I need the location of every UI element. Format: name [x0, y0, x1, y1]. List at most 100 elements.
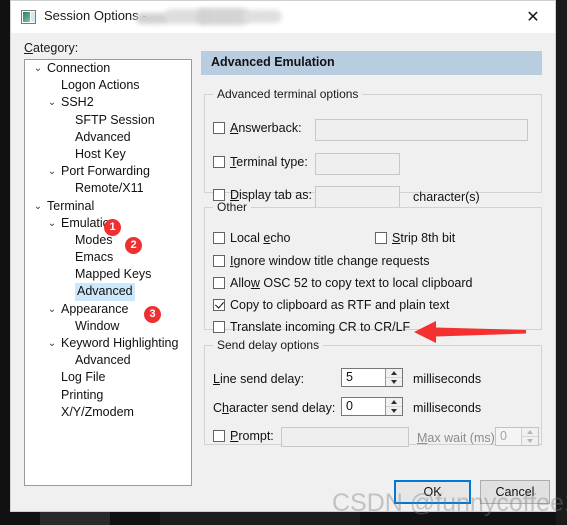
tree-item-connection[interactable]: ⌄ Connection: [25, 60, 191, 77]
category-label: Category:: [24, 41, 79, 55]
title-bar: Session Options - ✕: [11, 1, 555, 33]
strip-8th-bit-checkbox[interactable]: Strip 8th bit: [375, 231, 455, 245]
max-wait-arrows[interactable]: [521, 428, 538, 445]
strip-8th-bit-checkbox-box[interactable]: [375, 232, 387, 244]
tree-item-label: SFTP Session: [75, 112, 155, 127]
line-send-delay-unit: milliseconds: [413, 372, 482, 386]
tree-item-host-key[interactable]: Host Key: [25, 146, 191, 163]
prompt-input[interactable]: [281, 427, 409, 447]
line-send-delay-stepper[interactable]: 5: [341, 368, 403, 387]
tree-item-keyword-highlighting[interactable]: ⌄ Keyword Highlighting: [25, 335, 191, 352]
spin-up-icon[interactable]: [386, 398, 402, 407]
translate-cr-checkbox-box[interactable]: [213, 321, 225, 333]
max-wait-value[interactable]: 0: [496, 428, 521, 445]
char-send-delay-unit: milliseconds: [413, 401, 482, 415]
translate-cr-checkbox[interactable]: Translate incoming CR to CR/LF: [213, 320, 410, 334]
ignore-window-title-checkbox-box[interactable]: [213, 255, 225, 267]
max-wait-label: Max wait (ms):: [417, 431, 499, 445]
answerback-input[interactable]: [315, 119, 528, 141]
answerback-label: Answerback:: [230, 121, 302, 135]
char-send-delay-stepper[interactable]: 0: [341, 397, 403, 416]
close-icon[interactable]: ✕: [511, 1, 555, 32]
line-send-delay-value[interactable]: 5: [342, 369, 385, 386]
line-send-delay-arrows[interactable]: [385, 369, 402, 386]
chevron-down-icon[interactable]: ⌄: [31, 60, 45, 77]
tree-item-x-y-zmodem[interactable]: X/Y/Zmodem: [25, 404, 191, 421]
char-send-delay-arrows[interactable]: [385, 398, 402, 415]
chevron-down-icon[interactable]: ⌄: [45, 301, 59, 318]
group-legend-other: Other: [217, 200, 248, 214]
chevron-down-icon[interactable]: ⌄: [45, 215, 59, 232]
spin-down-icon[interactable]: [386, 407, 402, 415]
tree-item-sftp-session[interactable]: SFTP Session: [25, 112, 191, 129]
answerback-checkbox[interactable]: Answerback:: [213, 121, 302, 135]
settings-panel: Advanced Emulation: [201, 51, 542, 75]
prompt-checkbox-box[interactable]: [213, 430, 225, 442]
tree-item-label: Logon Actions: [61, 78, 140, 93]
tree-item-logon-actions[interactable]: Logon Actions: [25, 77, 191, 94]
osc52-label: Allow OSC 52 to copy text to local clipb…: [230, 276, 473, 290]
background-strip-c: [160, 512, 360, 525]
annotation-badge-3: 3: [144, 306, 161, 323]
terminal-type-checkbox-box[interactable]: [213, 156, 225, 168]
tree-item-terminal[interactable]: ⌄ Terminal: [25, 198, 191, 215]
osc52-checkbox-box[interactable]: [213, 277, 225, 289]
spin-down-icon[interactable]: [522, 437, 538, 445]
tree-item-advanced[interactable]: Advanced: [25, 283, 191, 301]
copy-rtf-checkbox[interactable]: Copy to clipboard as RTF and plain text: [213, 298, 449, 312]
translate-cr-label: Translate incoming CR to CR/LF: [230, 320, 411, 334]
tree-item-label: Port Forwarding: [61, 164, 150, 179]
spin-up-icon[interactable]: [522, 428, 538, 437]
max-wait-stepper[interactable]: 0: [495, 427, 539, 446]
tree-item-ssh2[interactable]: ⌄ SSH2: [25, 94, 191, 111]
chevron-down-icon[interactable]: ⌄: [31, 198, 45, 215]
answerback-checkbox-box[interactable]: [213, 122, 225, 134]
char-send-delay-label: Character send delay:: [213, 401, 336, 415]
tree-item-appearance[interactable]: ⌄ Appearance: [25, 301, 191, 318]
tree-item-label: X/Y/Zmodem: [61, 404, 134, 419]
tree-item-label: Window: [75, 318, 120, 333]
tree-item-label: Terminal: [47, 198, 95, 213]
tree-item-label: Log File: [61, 370, 106, 385]
background-strip-a: [556, 0, 567, 525]
cancel-button[interactable]: Cancel: [480, 480, 550, 504]
spin-down-icon[interactable]: [386, 378, 402, 386]
group-send-delay-options: Send delay options Line send delay: 5 mi…: [204, 338, 542, 447]
osc52-checkbox[interactable]: Allow OSC 52 to copy text to local clipb…: [213, 276, 473, 290]
ignore-window-title-checkbox[interactable]: Ignore window title change requests: [213, 254, 429, 268]
category-tree[interactable]: ⌄ Connection Logon Actions ⌄ SSH2 SFTP Sessio…: [24, 59, 192, 486]
tree-item-emacs[interactable]: Emacs: [25, 249, 191, 266]
tree-item-label: Host Key: [75, 146, 126, 161]
local-echo-checkbox-box[interactable]: [213, 232, 225, 244]
tree-item-window[interactable]: Window: [25, 318, 191, 335]
tree-item-advanced[interactable]: Advanced: [25, 352, 191, 369]
tree-item-label: Mapped Keys: [75, 267, 152, 282]
tree-item-remote-x11[interactable]: Remote/X11: [25, 180, 191, 197]
spin-up-icon[interactable]: [386, 369, 402, 378]
copy-rtf-checkbox-box[interactable]: [213, 299, 225, 311]
tree-item-label: Advanced: [75, 283, 135, 301]
background-strip-b: [40, 512, 110, 525]
char-send-delay-value[interactable]: 0: [342, 398, 385, 415]
tree-item-label: Keyword Highlighting: [61, 336, 179, 350]
ignore-window-title-label: Ignore window title change requests: [230, 254, 430, 268]
tree-item-advanced[interactable]: Advanced: [25, 129, 191, 146]
group-legend-delay: Send delay options: [217, 338, 320, 352]
chevron-down-icon[interactable]: ⌄: [45, 163, 59, 180]
tree-item-label: Connection: [47, 61, 111, 75]
tree-item-label: Advanced: [75, 129, 131, 144]
tree-item-mapped-keys[interactable]: Mapped Keys: [25, 266, 191, 283]
tree-item-log-file[interactable]: Log File: [25, 369, 191, 386]
terminal-type-checkbox[interactable]: Terminal type:: [213, 155, 308, 169]
terminal-type-input[interactable]: [315, 153, 400, 175]
chevron-down-icon[interactable]: ⌄: [45, 335, 59, 352]
tree-item-port-forwarding[interactable]: ⌄ Port Forwarding: [25, 163, 191, 180]
tree-item-printing[interactable]: Printing: [25, 387, 191, 404]
tree-item-label: Emacs: [75, 250, 114, 265]
ok-button[interactable]: OK: [394, 480, 471, 504]
local-echo-checkbox[interactable]: Local echo: [213, 231, 290, 245]
prompt-checkbox[interactable]: Prompt:: [213, 429, 274, 443]
title-redaction-blur: [134, 5, 282, 27]
prompt-label: Prompt:: [230, 429, 274, 443]
chevron-down-icon[interactable]: ⌄: [45, 94, 59, 111]
